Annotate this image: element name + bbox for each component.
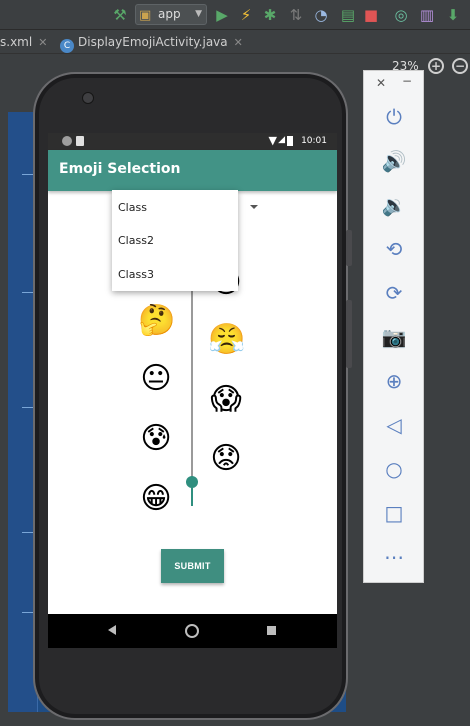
dropdown-item-class2[interactable]: Class2 <box>118 234 154 247</box>
editor-tabs: s.xml ✕ C DisplayEmojiActivity.java ✕ <box>0 30 470 54</box>
phone-screen: ▼ ◢ 10:01 Emoji Selection 🤔 😐 😰 😁 😁 😤 😱 … <box>48 133 337 648</box>
rotate-right-icon[interactable]: ⟳ <box>379 279 409 307</box>
home-icon[interactable] <box>185 624 199 638</box>
status-time: 10:01 <box>301 136 327 146</box>
tab-displayemojiactivity[interactable]: C DisplayEmojiActivity.java ✕ <box>60 30 243 54</box>
zoom-icon[interactable]: ⊕ <box>379 367 409 395</box>
grinning-emoji[interactable]: 😁 <box>138 481 174 517</box>
more-icon[interactable]: ⋯ <box>379 543 409 571</box>
chevron-down-icon: ▼ <box>195 9 202 19</box>
battery-icon <box>287 136 293 146</box>
close-icon[interactable]: ✕ <box>38 36 47 49</box>
sd-card-icon <box>76 136 84 146</box>
close-icon[interactable]: ✕ <box>234 36 243 49</box>
wifi-icon: ▼ <box>268 134 277 147</box>
dropdown-item-class3[interactable]: Class3 <box>118 268 154 281</box>
sdk-manager-icon[interactable]: ⬇ <box>443 5 463 25</box>
device-manager-icon[interactable]: ▥ <box>417 5 437 25</box>
overview-icon[interactable] <box>267 626 276 635</box>
coverage-icon[interactable]: ▤ <box>338 5 358 25</box>
zoom-in-icon[interactable]: + <box>428 58 444 74</box>
status-bar: ▼ ◢ 10:01 <box>48 133 337 150</box>
sync-icon[interactable]: ◎ <box>391 5 411 25</box>
dropdown-item-class[interactable]: Class <box>118 201 147 214</box>
run-icon[interactable]: ▶ <box>212 5 232 25</box>
worried-emoji[interactable]: 😟 <box>208 441 244 477</box>
tab-xml-label: s.xml <box>0 35 33 49</box>
slider-track[interactable] <box>191 283 193 506</box>
neutral-emoji[interactable]: 😐 <box>138 361 174 397</box>
back-icon[interactable] <box>108 625 116 635</box>
back-icon[interactable]: ◁ <box>379 411 409 439</box>
zoom-out-icon[interactable]: − <box>452 58 468 74</box>
app-title: Emoji Selection <box>59 161 181 177</box>
close-icon[interactable]: ✕ <box>376 76 386 90</box>
rotate-left-icon[interactable]: ⟲ <box>379 235 409 263</box>
speaker-icon <box>82 92 94 104</box>
tab-xml[interactable]: s.xml ✕ <box>0 30 47 54</box>
emulator-controls-panel: ✕ − ⏻ 🔊 🔉 ⟲ ⟳ 📷 ⊕ ◁ ○ □ ⋯ <box>363 70 424 583</box>
stop-icon[interactable]: ■ <box>361 5 381 25</box>
slider-fill <box>191 488 193 506</box>
run-config-dropdown[interactable]: ▣ app ▼ <box>135 4 207 25</box>
hammer-build-icon[interactable]: ⚒ <box>110 5 130 25</box>
camera-icon[interactable]: 📷 <box>379 323 409 351</box>
apply-changes-icon[interactable]: ⚡ <box>236 5 256 25</box>
power-icon[interactable]: ⏻ <box>379 103 409 131</box>
phone-side-button <box>346 230 352 266</box>
volume-up-icon[interactable]: 🔊 <box>379 147 409 175</box>
app-bar: Emoji Selection <box>48 150 337 191</box>
spinner-arrow-icon[interactable] <box>250 205 258 209</box>
profiler-icon[interactable]: ◔ <box>311 5 331 25</box>
thinking-emoji[interactable]: 🤔 <box>138 303 175 339</box>
home-icon[interactable]: ○ <box>379 455 409 483</box>
signal-icon: ◢ <box>278 135 285 145</box>
android-nav-bar <box>48 614 337 648</box>
slider-thumb[interactable] <box>186 476 198 488</box>
debug-icon[interactable]: ✱ <box>260 5 280 25</box>
screaming-emoji[interactable]: 😱 <box>208 382 244 418</box>
minimize-icon[interactable]: − <box>402 74 412 88</box>
tab-java-label: DisplayEmojiActivity.java <box>78 35 228 49</box>
overview-icon[interactable]: □ <box>379 499 409 527</box>
notification-icon <box>62 136 72 146</box>
attach-debugger-icon[interactable]: ⇅ <box>286 5 306 25</box>
anxious-emoji[interactable]: 😰 <box>138 421 174 457</box>
ide-toolbar: ⚒ ▣ app ▼ ▶ ⚡ ✱ ⇅ ◔ ▤ ■ ◎ ▥ ⬇ <box>0 0 470 30</box>
run-config-label: app <box>158 7 181 21</box>
folder-icon: ▣ <box>139 8 152 23</box>
steam-nose-emoji[interactable]: 😤 <box>208 322 245 358</box>
volume-down-icon[interactable]: 🔉 <box>379 191 409 219</box>
java-class-icon: C <box>60 39 74 53</box>
submit-button[interactable]: SUBMIT <box>161 549 224 583</box>
class-dropdown-menu: Class Class2 Class3 <box>112 190 238 291</box>
phone-side-button <box>346 300 352 368</box>
